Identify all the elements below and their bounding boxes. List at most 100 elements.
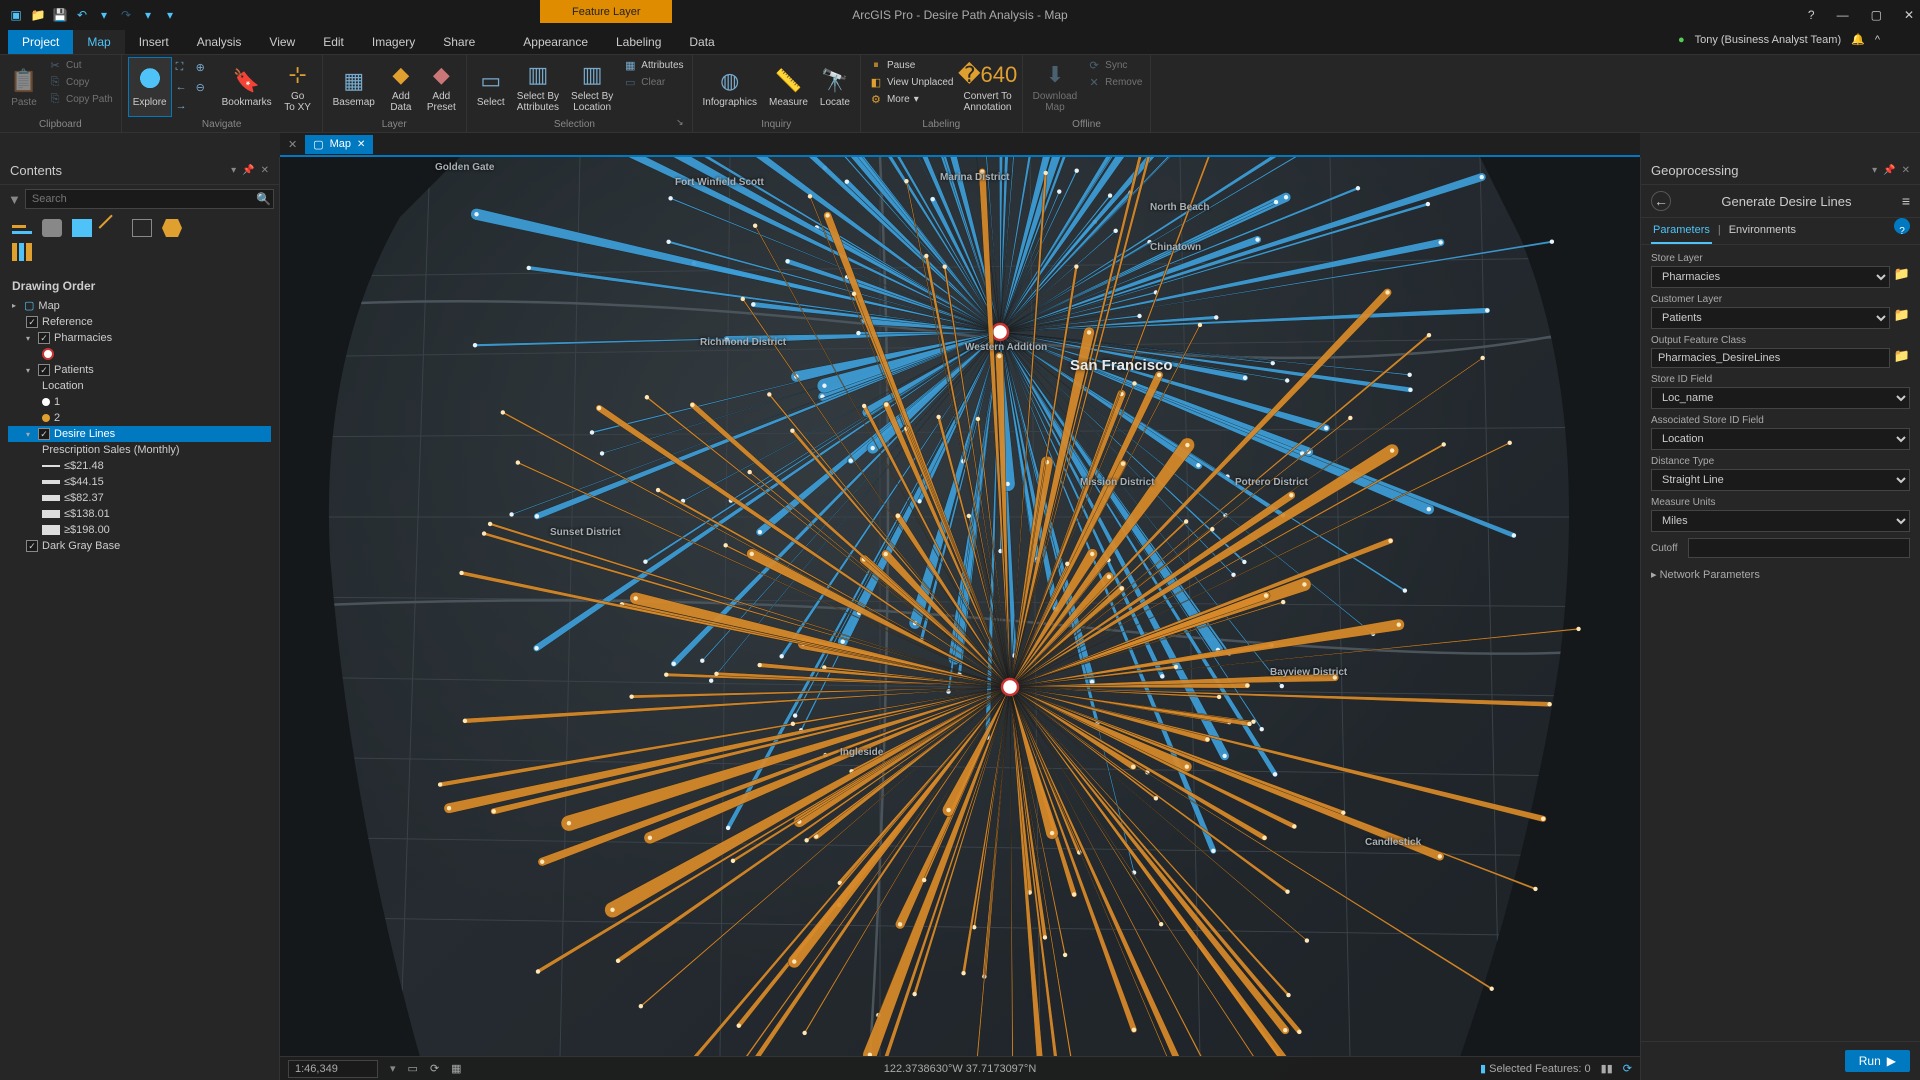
- toc-patients-2[interactable]: 2: [8, 410, 271, 426]
- list-labeling-icon[interactable]: [162, 219, 182, 237]
- toc-patients[interactable]: ▾✓Patients: [8, 362, 271, 378]
- gp-tab-parameters[interactable]: Parameters: [1651, 218, 1712, 244]
- undo-icon[interactable]: ↶: [74, 7, 90, 23]
- browse-icon[interactable]: 📁: [1894, 348, 1910, 368]
- remove-button[interactable]: ✕Remove: [1085, 74, 1144, 90]
- pane-pin-icon[interactable]: 📌: [1883, 165, 1895, 176]
- pane-menu-icon[interactable]: ▾: [1872, 165, 1877, 176]
- copy-path-button[interactable]: ⎘Copy Path: [46, 91, 115, 107]
- qat-customize-icon[interactable]: ▾: [162, 7, 178, 23]
- undo-dropdown-icon[interactable]: ▾: [96, 7, 112, 23]
- tab-appearance[interactable]: Appearance: [509, 30, 602, 54]
- save-icon[interactable]: 💾: [52, 7, 68, 23]
- go-to-xy-button[interactable]: ⊹Go To XY: [280, 57, 316, 117]
- select-by-attributes-button[interactable]: ▥Select By Attributes: [513, 57, 563, 117]
- tab-map[interactable]: Map: [73, 28, 124, 54]
- list-chart-icon[interactable]: [12, 243, 32, 261]
- gp-tab-environments[interactable]: Environments: [1727, 218, 1798, 244]
- search-input[interactable]: [25, 189, 274, 209]
- network-params-expander[interactable]: ▸ Network Parameters: [1651, 569, 1760, 581]
- nav-fixed-zoom-out-icon[interactable]: ⊖: [196, 81, 214, 99]
- browse-icon[interactable]: 📁: [1894, 266, 1910, 288]
- gp-help-icon[interactable]: ?: [1894, 218, 1910, 234]
- explore-button[interactable]: Explore: [128, 57, 172, 117]
- sync-button[interactable]: ⟳Sync: [1085, 57, 1144, 73]
- toc-break-3[interactable]: ≤$82.37: [8, 490, 271, 506]
- toc-reference[interactable]: ✓Reference: [8, 314, 271, 330]
- redo-icon[interactable]: ↷: [118, 7, 134, 23]
- add-data-button[interactable]: ◆Add Data: [383, 57, 419, 117]
- tab-insert[interactable]: Insert: [125, 30, 183, 54]
- document-tab-map[interactable]: ▢Map✕: [305, 135, 373, 154]
- pane-close-icon[interactable]: ✕: [1902, 165, 1910, 176]
- tab-imagery[interactable]: Imagery: [358, 30, 429, 54]
- clear-selection-button[interactable]: ▭Clear: [621, 74, 685, 90]
- status-icon-2[interactable]: ⟳: [430, 1062, 439, 1075]
- tab-edit[interactable]: Edit: [309, 30, 358, 54]
- scale-dropdown-icon[interactable]: ▾: [390, 1062, 396, 1075]
- pane-menu-icon[interactable]: ▾: [231, 165, 236, 176]
- customer-layer-select[interactable]: Patients: [1651, 307, 1890, 329]
- project-icon[interactable]: ▣: [8, 7, 24, 23]
- select-by-location-button[interactable]: ▥Select By Location: [567, 57, 617, 117]
- tab-view[interactable]: View: [255, 30, 309, 54]
- help-icon[interactable]: ?: [1808, 8, 1815, 22]
- basemap-button[interactable]: ▦Basemap: [329, 57, 379, 117]
- doctab-close-icon[interactable]: ✕: [357, 139, 365, 150]
- refresh-icon[interactable]: ⟳: [1623, 1062, 1632, 1075]
- infographics-button[interactable]: ◍Infographics: [699, 57, 761, 117]
- labeling-more-button[interactable]: ⚙More ▾: [867, 91, 956, 107]
- nav-next-extent-icon[interactable]: →: [176, 100, 194, 117]
- toc-map[interactable]: ▸▢Map: [8, 297, 271, 314]
- toc-tree[interactable]: Drawing Order ▸▢Map ✓Reference ▾✓Pharmac…: [0, 267, 279, 1080]
- attributes-button[interactable]: ▦Attributes: [621, 57, 685, 73]
- nav-prev-extent-icon[interactable]: ←: [176, 81, 194, 99]
- list-editing-icon[interactable]: [99, 215, 126, 242]
- locate-button[interactable]: 🔭Locate: [816, 57, 854, 117]
- pause-labeling-button[interactable]: ⏸Pause: [867, 57, 956, 73]
- browse-icon[interactable]: 📁: [1894, 307, 1910, 329]
- convert-annotation-button[interactable]: �640Convert To Annotation: [959, 57, 1015, 117]
- selection-dialog-launcher[interactable]: ↘: [676, 117, 686, 132]
- list-snapping-icon[interactable]: [132, 219, 152, 237]
- filter-icon[interactable]: ▼: [8, 192, 21, 207]
- download-map-button[interactable]: ⬇Download Map: [1029, 57, 1081, 117]
- toc-basemap[interactable]: ✓Dark Gray Base: [8, 538, 271, 554]
- toc-pharmacies[interactable]: ▾✓Pharmacies: [8, 330, 271, 346]
- measure-button[interactable]: 📏Measure: [765, 57, 812, 117]
- list-data-source-icon[interactable]: [42, 219, 62, 237]
- store-layer-select[interactable]: Pharmacies: [1651, 266, 1890, 288]
- copy-button[interactable]: ⎘Copy: [46, 74, 115, 90]
- nav-fixed-zoom-in-icon[interactable]: ⊕: [196, 61, 214, 79]
- notifications-icon[interactable]: 🔔: [1851, 33, 1865, 46]
- gp-menu-icon[interactable]: ≡: [1902, 193, 1910, 209]
- toc-break-2[interactable]: ≤$44.15: [8, 474, 271, 490]
- add-preset-button[interactable]: ◆Add Preset: [423, 57, 460, 117]
- open-icon[interactable]: 📁: [30, 7, 46, 23]
- paste-button[interactable]: 📋Paste: [6, 57, 42, 117]
- status-icon-1[interactable]: ▭: [408, 1062, 418, 1075]
- assoc-id-select[interactable]: Location: [1651, 428, 1910, 450]
- toc-break-1[interactable]: ≤$21.48: [8, 458, 271, 474]
- measure-units-select[interactable]: Miles: [1651, 510, 1910, 532]
- tab-labeling[interactable]: Labeling: [602, 30, 675, 54]
- output-fc-input[interactable]: [1651, 348, 1890, 368]
- bookmarks-button[interactable]: 🔖Bookmarks: [218, 57, 276, 117]
- search-icon[interactable]: 🔍: [256, 192, 271, 206]
- select-button[interactable]: ▭Select: [473, 57, 509, 117]
- minimize-icon[interactable]: —: [1837, 8, 1849, 22]
- status-icon-3[interactable]: ▦: [451, 1062, 461, 1075]
- toc-desire-lines[interactable]: ▾✓Desire Lines: [8, 426, 271, 442]
- tab-analysis[interactable]: Analysis: [183, 30, 256, 54]
- store-id-select[interactable]: Loc_name: [1651, 387, 1910, 409]
- tab-project[interactable]: Project: [8, 30, 73, 54]
- toc-break-5[interactable]: ≥$198.00: [8, 522, 271, 538]
- list-selection-icon[interactable]: [72, 219, 92, 237]
- ribbon-collapse-icon[interactable]: ^: [1875, 34, 1880, 46]
- cut-button[interactable]: ✂Cut: [46, 57, 115, 73]
- pane-close-icon[interactable]: ✕: [261, 165, 269, 176]
- toc-patients-1[interactable]: 1: [8, 394, 271, 410]
- view-unplaced-button[interactable]: ◧View Unplaced: [867, 74, 956, 90]
- pane-pin-icon[interactable]: 📌: [242, 165, 254, 176]
- doctab-close-pane-icon[interactable]: ✕: [288, 138, 297, 151]
